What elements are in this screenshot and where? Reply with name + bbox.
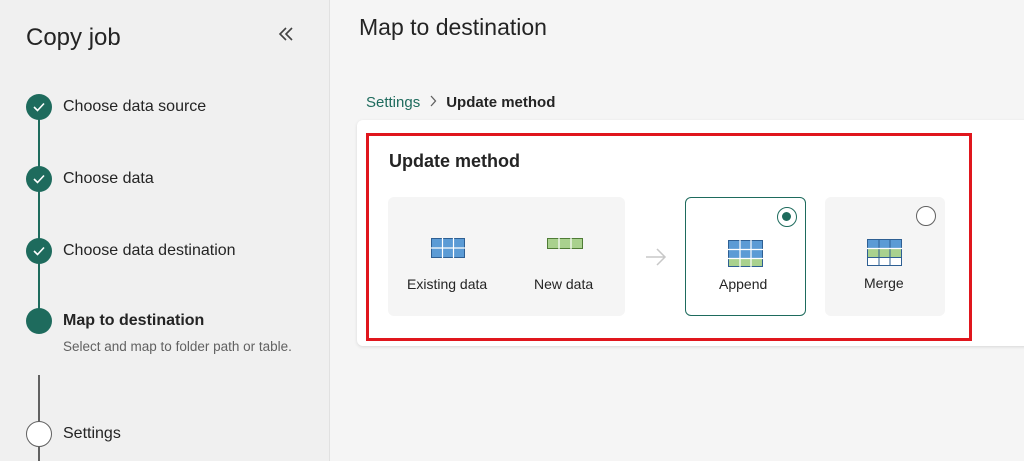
step-map-to-destination[interactable]: Map to destination (63, 312, 204, 330)
source-data-preview (388, 197, 625, 316)
update-method-title: Update method (389, 151, 521, 171)
chevron-right-icon (429, 94, 437, 111)
step-choose-data-destination[interactable]: Choose data destination (63, 242, 236, 260)
merge-option[interactable]: Merge (825, 197, 945, 316)
step-connector (38, 119, 40, 167)
step-choose-data-source[interactable]: Choose data source (63, 98, 206, 116)
step-current-indicator (26, 308, 52, 334)
append-option[interactable]: Append (685, 197, 806, 316)
merge-table-icon (867, 239, 902, 266)
double-chevron-left-icon (278, 27, 293, 41)
sidebar-title: Copy job (26, 24, 121, 51)
checkmark-icon (33, 246, 45, 256)
table-icon (431, 238, 465, 258)
new-data-label: New data (534, 276, 594, 292)
append-table-icon (728, 240, 763, 267)
breadcrumb-settings-link[interactable]: Settings (366, 94, 420, 111)
step-settings[interactable]: Settings (63, 425, 121, 443)
breadcrumb: Settings Update method (366, 94, 555, 111)
step-connector (38, 263, 40, 309)
wizard-sidebar: Copy job Choose data source Choose data … (0, 0, 330, 461)
merge-radio[interactable] (916, 206, 936, 226)
step-connector (38, 191, 40, 239)
step-description: Select and map to folder path or table. (63, 339, 292, 354)
checkmark-icon (33, 174, 45, 184)
step-connector (38, 446, 40, 461)
append-radio[interactable] (777, 207, 797, 227)
new-data-rows-icon (547, 238, 583, 249)
collapse-sidebar-button[interactable] (276, 24, 298, 46)
existing-data-label: Existing data (407, 276, 488, 292)
step-choose-data[interactable]: Choose data (63, 170, 154, 188)
step-complete-indicator (26, 238, 52, 264)
step-connector (38, 375, 40, 422)
page-title: Map to destination (359, 14, 547, 40)
arrow-right-icon (646, 248, 667, 266)
step-complete-indicator (26, 94, 52, 120)
breadcrumb-current: Update method (446, 94, 556, 111)
step-pending-indicator (26, 421, 52, 447)
append-label: Append (719, 276, 768, 292)
checkmark-icon (33, 102, 45, 112)
step-complete-indicator (26, 166, 52, 192)
merge-label: Merge (864, 275, 904, 291)
